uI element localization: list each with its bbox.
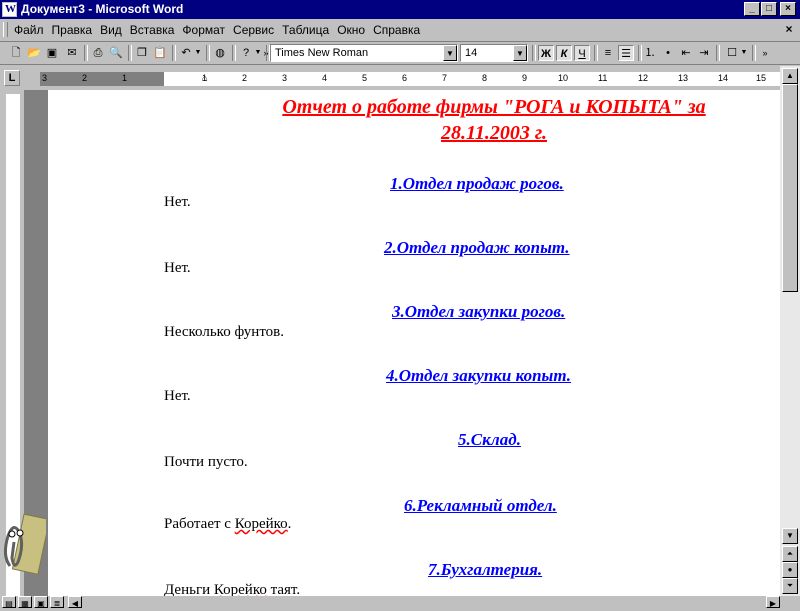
increase-indent-icon[interactable]: ⇥: [696, 45, 712, 61]
section-heading-5[interactable]: 5.Склад.: [458, 430, 521, 450]
print-preview-icon[interactable]: 🔍: [108, 45, 124, 61]
section-text-2[interactable]: Нет.: [164, 260, 191, 277]
web-layout-icon[interactable]: ▦: [18, 596, 32, 608]
print-layout-icon[interactable]: ▣: [34, 596, 48, 608]
section-text-1[interactable]: Нет.: [164, 194, 191, 211]
spelling-mark[interactable]: Корейко: [235, 516, 288, 532]
hyperlink-globe-icon[interactable]: ◍: [212, 45, 228, 61]
help-icon[interactable]: ?: [238, 45, 254, 61]
align-left-icon[interactable]: ≡: [600, 45, 616, 61]
select-browse-object-icon[interactable]: ●: [782, 562, 798, 578]
font-dropdown-icon[interactable]: ▼: [443, 45, 457, 61]
section-heading-4[interactable]: 4.Отдел закупки копыт.: [386, 366, 571, 386]
ruler-left-margin: [40, 72, 164, 86]
vertical-scrollbar[interactable]: ▲ ▼ ⏶ ● ⏷: [780, 66, 800, 596]
menu-help[interactable]: Справка: [369, 23, 424, 37]
menu-bar: Файл Правка Вид Вставка Формат Сервис Та…: [0, 19, 800, 42]
section-text-3[interactable]: Несколько фунтов.: [164, 324, 284, 341]
word-icon[interactable]: W: [2, 2, 17, 17]
outline-view-icon[interactable]: ≣: [50, 596, 64, 608]
italic-button[interactable]: К: [556, 45, 572, 61]
bulleted-list-icon[interactable]: •: [660, 45, 676, 61]
menu-edit[interactable]: Правка: [48, 23, 97, 37]
font-size-select[interactable]: 14 ▼: [460, 44, 528, 62]
title-bar[interactable]: W Документ3 - Microsoft Word _ □ ×: [0, 0, 800, 19]
section-heading-1[interactable]: 1.Отдел продаж рогов.: [390, 174, 564, 194]
section-heading-7[interactable]: 7.Бухгалтерия.: [428, 560, 542, 580]
permission-icon[interactable]: ✉: [64, 45, 80, 61]
formatting-overflow-icon[interactable]: »: [760, 45, 770, 61]
align-center-icon[interactable]: ☰: [618, 45, 634, 61]
scroll-thumb[interactable]: [782, 84, 798, 292]
borders-dropdown-icon[interactable]: ▼: [740, 45, 748, 61]
tab-selector-icon[interactable]: L: [4, 70, 20, 86]
office-assistant-paperclip-icon[interactable]: [0, 506, 46, 582]
section-heading-2[interactable]: 2.Отдел продаж копыт.: [384, 238, 570, 258]
save-icon[interactable]: ▣: [44, 45, 60, 61]
copy-icon[interactable]: ❐: [134, 45, 150, 61]
decrease-indent-icon[interactable]: ⇤: [678, 45, 694, 61]
scroll-down-icon[interactable]: ▼: [782, 528, 798, 544]
scroll-right-icon[interactable]: ▶: [766, 596, 780, 608]
scroll-left-icon[interactable]: ◀: [68, 596, 82, 608]
menu-format[interactable]: Формат: [178, 23, 229, 37]
next-page-icon[interactable]: ⏷: [782, 578, 798, 594]
underline-button[interactable]: Ч: [574, 45, 590, 61]
document-page[interactable]: Отчет о работе фирмы "РОГА и КОПЫТА" за …: [24, 90, 780, 596]
spelling-mark[interactable]: Корейко: [214, 582, 267, 596]
font-name-select[interactable]: Times New Roman ▼: [270, 44, 458, 62]
toolbar: 🗋 📂 ▣ ✉ ⎙ 🔍 ❐ 📋 ↶ ▼ ◍ ? ▼ » Times New Ro…: [0, 42, 800, 65]
section-heading-3[interactable]: 3.Отдел закупки рогов.: [392, 302, 565, 322]
section-text-7[interactable]: Деньги Корейко таят.: [164, 582, 300, 596]
previous-page-icon[interactable]: ⏶: [782, 546, 798, 562]
horizontal-ruler[interactable]: L 3 2 1 ⌂ 1 2 3 4 5 6 7 8 9 10 11 12 13 …: [0, 66, 780, 90]
numbered-list-icon[interactable]: ⒈: [642, 45, 658, 61]
normal-view-icon[interactable]: ▤: [2, 596, 16, 608]
document-title-line-1[interactable]: Отчет о работе фирмы "РОГА и КОПЫТА" за: [214, 96, 774, 119]
close-button[interactable]: ×: [780, 2, 796, 16]
maximize-button[interactable]: □: [761, 2, 777, 16]
section-text-4[interactable]: Нет.: [164, 388, 191, 405]
menu-tools[interactable]: Сервис: [229, 23, 278, 37]
menu-insert[interactable]: Вставка: [126, 23, 179, 37]
document-close-button[interactable]: ×: [782, 22, 796, 36]
new-document-icon[interactable]: 🗋: [8, 45, 24, 61]
help-dropdown-icon[interactable]: ▼: [254, 45, 262, 61]
horizontal-scrollbar[interactable]: ▤ ▦ ▣ ≣ ◀ ▶: [0, 596, 800, 608]
size-dropdown-icon[interactable]: ▼: [513, 45, 527, 61]
open-folder-icon[interactable]: 📂: [26, 45, 42, 61]
window-title: Документ3 - Microsoft Word: [21, 2, 184, 16]
borders-icon[interactable]: ☐: [724, 45, 740, 61]
minimize-button[interactable]: _: [744, 2, 760, 16]
print-icon[interactable]: ⎙: [90, 45, 106, 61]
menu-file[interactable]: Файл: [10, 23, 48, 37]
undo-icon[interactable]: ↶: [178, 45, 194, 61]
menu-view[interactable]: Вид: [96, 23, 126, 37]
menu-grip[interactable]: [3, 22, 8, 37]
scroll-up-icon[interactable]: ▲: [782, 68, 798, 84]
menu-window[interactable]: Окно: [333, 23, 369, 37]
paste-icon[interactable]: 📋: [152, 45, 168, 61]
bold-button[interactable]: Ж: [538, 45, 554, 61]
section-heading-6[interactable]: 6.Рекламный отдел.: [404, 496, 557, 516]
ruler-strip[interactable]: 3 2 1 ⌂ 1 2 3 4 5 6 7 8 9 10 11 12 13 14…: [40, 72, 780, 86]
document-title-line-2[interactable]: 28.11.2003 г.: [214, 122, 774, 145]
section-text-5[interactable]: Почти пусто.: [164, 454, 248, 471]
menu-table[interactable]: Таблица: [278, 23, 333, 37]
section-text-6[interactable]: Работает с Корейко.: [164, 516, 291, 533]
undo-dropdown-icon[interactable]: ▼: [194, 45, 202, 61]
